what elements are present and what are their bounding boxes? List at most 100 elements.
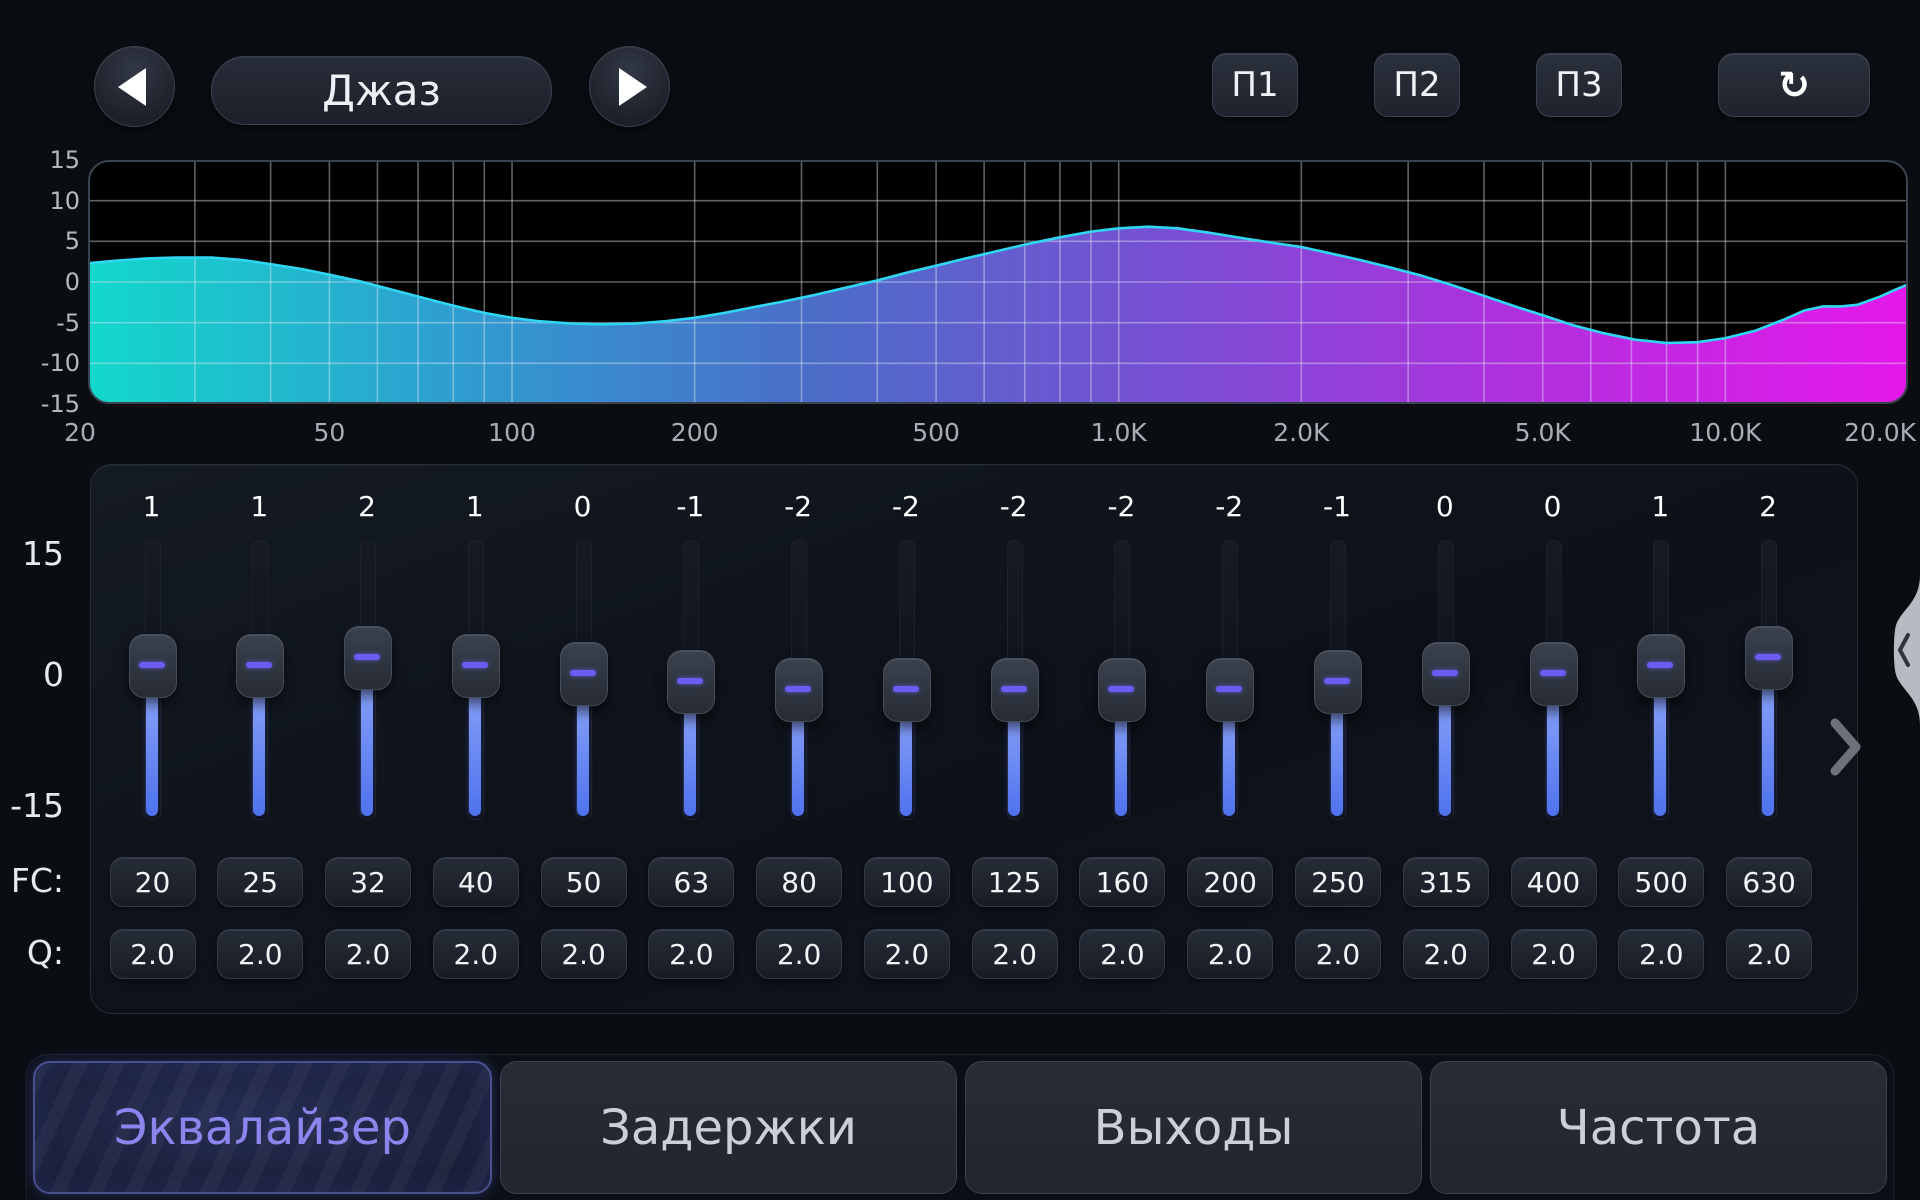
band-slider-fill — [253, 691, 265, 816]
band-fc-chip[interactable]: 400 — [1511, 857, 1597, 907]
tab-4[interactable]: Частота — [1430, 1061, 1887, 1194]
band-slider-thumb[interactable] — [1098, 658, 1146, 722]
band-slider-fill — [1008, 715, 1020, 816]
band-fc-chip[interactable]: 500 — [1618, 857, 1704, 907]
band-q-chip[interactable]: 2.0 — [972, 929, 1058, 979]
eq-band-500: 15002.0 — [1606, 490, 1714, 990]
band-fc-chip[interactable]: 25 — [217, 857, 303, 907]
band-q-chip[interactable]: 2.0 — [433, 929, 519, 979]
band-fc-chip[interactable]: 40 — [433, 857, 519, 907]
band-fc-chip[interactable]: 250 — [1295, 857, 1381, 907]
band-gain-value: 1 — [205, 490, 313, 523]
band-gain-value: 0 — [1499, 490, 1607, 523]
eq-band-20: 1 20 2.0 — [98, 490, 206, 990]
memory-preset-button-3[interactable]: П3 — [1536, 53, 1622, 117]
eq-band-40: 1402.0 — [421, 490, 529, 990]
band-fc-chip[interactable]: 80 — [756, 857, 842, 907]
band-gain-value: 1 — [98, 490, 206, 523]
eq-band-250: -12502.0 — [1283, 490, 1391, 990]
band-q-chip[interactable]: 2.0 — [1511, 929, 1597, 979]
band-slider-thumb[interactable] — [452, 634, 500, 698]
band-slider-thumb[interactable] — [1745, 626, 1793, 690]
band-slider-thumb[interactable] — [775, 658, 823, 722]
band-slider-thumb[interactable] — [1530, 642, 1578, 706]
band-q-chip[interactable]: 2.0 — [1726, 929, 1812, 979]
band-slider-thumb[interactable] — [667, 650, 715, 714]
y-tick-label: 5 — [8, 227, 80, 255]
band-slider-thumb[interactable] — [1314, 650, 1362, 714]
band-gain-value: 0 — [1391, 490, 1499, 523]
band-slider-fill — [792, 715, 804, 816]
y-tick-label: 10 — [8, 187, 80, 215]
tab-1[interactable]: Эквалайзер — [33, 1061, 492, 1194]
band-slider-thumb[interactable] — [1422, 642, 1470, 706]
band-slider-fill — [577, 699, 589, 816]
band-fc-chip[interactable]: 315 — [1403, 857, 1489, 907]
band-fc-chip[interactable]: 200 — [1187, 857, 1273, 907]
band-fc-chip[interactable]: 630 — [1726, 857, 1812, 907]
band-slider-thumb[interactable] — [883, 658, 931, 722]
arrow-right-icon — [619, 68, 647, 106]
memory-preset-button-1[interactable]: П1 — [1212, 53, 1298, 117]
band-fc-chip[interactable]: 32 — [325, 857, 411, 907]
band-q-chip[interactable]: 2.0 — [110, 929, 196, 979]
side-drawer-handle[interactable] — [1886, 575, 1920, 725]
y-tick-label: 0 — [8, 268, 80, 296]
band-q-chip[interactable]: 2.0 — [1187, 929, 1273, 979]
band-q-chip[interactable]: 2.0 — [217, 929, 303, 979]
x-tick-label: 200 — [671, 418, 719, 447]
band-slider-thumb[interactable] — [1637, 634, 1685, 698]
memory-preset-button-2[interactable]: П2 — [1374, 53, 1460, 117]
slider-scale-min-label: -15 — [0, 786, 64, 825]
x-tick-label: 50 — [314, 418, 346, 447]
band-q-chip[interactable]: 2.0 — [648, 929, 734, 979]
band-fc-chip[interactable]: 63 — [648, 857, 734, 907]
band-q-chip[interactable]: 2.0 — [1295, 929, 1381, 979]
band-fc-chip[interactable]: 100 — [864, 857, 950, 907]
preset-prev-button[interactable] — [94, 46, 175, 127]
arrow-left-icon — [118, 68, 146, 106]
band-slider-thumb[interactable] — [236, 634, 284, 698]
band-q-chip[interactable]: 2.0 — [541, 929, 627, 979]
eq-band-50: 0 50 2.0 — [529, 490, 637, 990]
slider-scale-max-label: 15 — [0, 534, 64, 573]
band-slider-fill — [684, 707, 696, 816]
band-slider-fill — [900, 715, 912, 816]
tab-2[interactable]: Задержки — [500, 1061, 957, 1194]
band-slider-thumb[interactable] — [560, 642, 608, 706]
tab-label: Эквалайзер — [114, 1100, 411, 1156]
fc-row-label: FC: — [0, 861, 64, 900]
eq-band-32: 2322.0 — [313, 490, 421, 990]
band-gain-value: 0 — [529, 490, 637, 523]
band-fc-chip[interactable]: 20 — [110, 857, 196, 907]
eq-band-160: -21602.0 — [1067, 490, 1175, 990]
band-slider-fill — [1762, 683, 1774, 816]
tab-3[interactable]: Выходы — [965, 1061, 1422, 1194]
band-slider-thumb[interactable] — [129, 634, 177, 698]
eq-band-630: 26302.0 — [1714, 490, 1822, 990]
band-slider-thumb[interactable] — [1206, 658, 1254, 722]
scroll-more-bands-button[interactable] — [1828, 716, 1864, 778]
eq-band-25: 1 25 2.0 — [205, 490, 313, 990]
tab-label: Выходы — [1094, 1100, 1294, 1156]
reset-button[interactable]: ↻ — [1718, 53, 1870, 117]
preset-selector[interactable]: Джаз — [211, 56, 552, 125]
band-slider-fill — [1439, 699, 1451, 816]
band-slider-fill — [1223, 715, 1235, 816]
preset-next-button[interactable] — [589, 46, 670, 127]
band-slider-thumb[interactable] — [991, 658, 1039, 722]
band-slider-thumb[interactable] — [344, 626, 392, 690]
band-q-chip[interactable]: 2.0 — [325, 929, 411, 979]
band-q-chip[interactable]: 2.0 — [1403, 929, 1489, 979]
band-gain-value: -2 — [960, 490, 1068, 523]
band-q-chip[interactable]: 2.0 — [1079, 929, 1165, 979]
band-q-chip[interactable]: 2.0 — [864, 929, 950, 979]
band-q-chip[interactable]: 2.0 — [1618, 929, 1704, 979]
band-gain-value: -2 — [744, 490, 852, 523]
band-slider-fill — [1547, 699, 1559, 816]
band-fc-chip[interactable]: 50 — [541, 857, 627, 907]
band-fc-chip[interactable]: 125 — [972, 857, 1058, 907]
refresh-icon: ↻ — [1778, 63, 1810, 107]
band-q-chip[interactable]: 2.0 — [756, 929, 842, 979]
band-fc-chip[interactable]: 160 — [1079, 857, 1165, 907]
